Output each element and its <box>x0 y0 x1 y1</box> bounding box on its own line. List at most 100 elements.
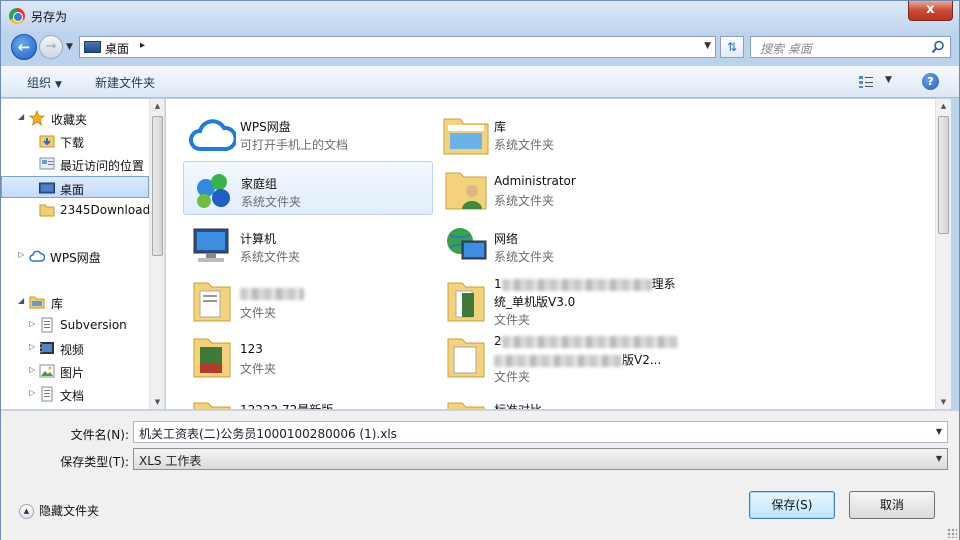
collapse-icon[interactable]: ◢ <box>18 296 24 305</box>
content-scrollbar[interactable]: ▲ ▼ <box>935 99 951 409</box>
item-wps-cloud[interactable]: WPS网盘 可打开手机上的文档 <box>183 105 433 159</box>
folder-icon <box>447 282 485 322</box>
nav-item-pictures[interactable]: ▷ 图片 <box>1 360 149 382</box>
redacted-text <box>501 335 678 348</box>
item-computer[interactable]: 计算机 系统文件夹 <box>183 217 433 271</box>
folder-icon <box>447 402 485 409</box>
organize-menu[interactable]: 组织 ▼ <box>27 74 62 91</box>
nav-item-desktop[interactable]: 桌面 <box>1 176 149 198</box>
item-folder-12222[interactable]: 12222.72最新版 <box>183 385 433 409</box>
window-title: 另存为 <box>31 10 68 24</box>
redacted-text <box>494 354 622 367</box>
help-icon[interactable]: ? <box>922 73 939 90</box>
view-options-icon[interactable] <box>858 75 874 89</box>
expand-icon[interactable]: ▷ <box>29 342 35 351</box>
search-icon <box>931 40 944 54</box>
network-icon <box>447 228 487 260</box>
folder-icon <box>447 338 485 378</box>
forward-arrow-icon: → <box>45 39 57 54</box>
chevron-up-icon: ▲ <box>19 504 34 519</box>
filename-label: 文件名(N): <box>70 428 129 442</box>
nav-item-subversion[interactable]: ▷ Subversion <box>1 314 149 336</box>
address-bar[interactable]: 桌面 ▸ ▼ <box>79 36 716 58</box>
redacted-text <box>240 287 304 300</box>
item-network[interactable]: 网络 系统文件夹 <box>437 217 687 271</box>
picture-library-icon <box>39 364 55 378</box>
nav-item-videos[interactable]: ▷ 视频 <box>1 337 149 359</box>
content-scrollbar-thumb[interactable] <box>938 116 949 234</box>
item-redacted-folder-2[interactable]: 2 版V2... 文件夹 <box>437 329 687 384</box>
search-box[interactable]: 搜索 桌面 <box>750 36 951 58</box>
file-list: WPS网盘 可打开手机上的文档 库 系统文件夹 家庭组 系统文件夹 Admini… <box>166 99 951 409</box>
save-options-panel: 文件名(N): 机关工资表(二)公务员1000100280006 (1).xls… <box>1 410 959 540</box>
library-icon <box>29 296 45 309</box>
item-administrator[interactable]: Administrator 系统文件夹 <box>437 161 687 215</box>
forward-button[interactable]: → <box>39 35 63 59</box>
filename-input[interactable]: 机关工资表(二)公务员1000100280006 (1).xls ▼ <box>133 421 948 443</box>
filetype-label: 保存类型(T): <box>60 455 129 469</box>
expand-icon[interactable]: ▷ <box>29 319 35 328</box>
chevron-down-icon: ▼ <box>935 454 942 463</box>
chevron-down-icon: ▼ <box>935 427 942 436</box>
command-bar: 组织 ▼ 新建文件夹 ▼ ? <box>1 65 959 98</box>
cancel-button[interactable]: 取消 <box>849 491 935 519</box>
nav-item-libraries[interactable]: ◢ 库 <box>1 291 149 313</box>
scroll-up-icon: ▲ <box>940 102 947 110</box>
cloud-icon <box>189 119 236 151</box>
item-redacted-system-folder[interactable]: 1 理系 统_单机版V3.0 文件夹 <box>437 273 687 329</box>
user-folder-icon <box>445 172 487 210</box>
breadcrumb-chevron-icon[interactable]: ▸ <box>140 40 145 51</box>
filetype-select[interactable]: XLS 工作表 ▼ <box>133 448 948 470</box>
chrome-icon <box>9 8 25 24</box>
search-input[interactable]: 搜索 桌面 <box>760 40 812 57</box>
title-bar: 另存为 <box>1 1 959 31</box>
view-dropdown-icon[interactable]: ▼ <box>885 75 892 85</box>
address-dropdown-icon[interactable]: ▼ <box>704 41 711 51</box>
item-redacted-folder[interactable]: 文件夹 <box>183 273 433 327</box>
video-library-icon <box>40 342 54 354</box>
close-icon: x <box>926 2 935 17</box>
save-as-dialog: 另存为 x ← → ▼ 桌面 ▸ ▼ ⇅ 搜索 桌面 组织 ▼ 新建文件夹 ▼ ?… <box>0 0 960 540</box>
expand-icon[interactable]: ▷ <box>29 388 35 397</box>
nav-item-recent-places[interactable]: 最近访问的位置 <box>1 153 149 175</box>
folder-icon <box>193 282 231 322</box>
nav-item-favorites[interactable]: ◢ 收藏夹 <box>1 107 149 129</box>
computer-icon <box>193 228 229 262</box>
nav-scrollbar[interactable]: ▲ ▼ <box>149 99 164 409</box>
back-button[interactable]: ← <box>11 34 37 60</box>
close-button[interactable]: x <box>908 1 953 21</box>
scroll-up-icon: ▲ <box>154 102 161 110</box>
save-button[interactable]: 保存(S) <box>749 491 835 519</box>
folder-icon <box>193 338 231 378</box>
nav-scrollbar-thumb[interactable] <box>152 116 163 256</box>
hide-folders-toggle[interactable]: ▲ 隐藏文件夹 <box>19 502 99 519</box>
nav-item-documents[interactable]: ▷ 文档 <box>1 383 149 405</box>
chevron-down-icon: ▼ <box>55 80 62 90</box>
nav-item-2345downloads[interactable]: 2345Downloads <box>1 199 156 221</box>
redacted-text <box>501 278 652 291</box>
desktop-icon <box>39 182 55 194</box>
nav-item-downloads[interactable]: 下载 <box>1 130 149 152</box>
item-homegroup[interactable]: 家庭组 系统文件夹 <box>183 161 433 215</box>
homegroup-icon <box>197 174 230 208</box>
document-library-icon <box>41 317 53 333</box>
recent-pages-dropdown[interactable]: ▼ <box>66 42 73 52</box>
collapse-icon[interactable]: ◢ <box>18 112 24 121</box>
nav-item-wps-cloud[interactable]: ▷ WPS网盘 <box>1 245 149 267</box>
address-location[interactable]: 桌面 <box>105 40 129 57</box>
refresh-icon: ⇅ <box>726 40 738 54</box>
item-library[interactable]: 库 系统文件夹 <box>437 105 687 159</box>
navigation-pane: ◢ 收藏夹 下载 最近访问的位置 桌面 2345Downloads ▷ WPS网… <box>1 99 165 409</box>
expand-icon[interactable]: ▷ <box>18 250 24 259</box>
item-folder-123[interactable]: 123 文件夹 <box>183 329 433 383</box>
folder-icon <box>193 402 231 409</box>
resize-grip[interactable] <box>947 528 957 538</box>
folder-icon <box>39 204 55 217</box>
new-folder-button[interactable]: 新建文件夹 <box>95 74 155 91</box>
expand-icon[interactable]: ▷ <box>29 365 35 374</box>
download-folder-icon <box>39 135 55 148</box>
item-folder-standard-compare[interactable]: 标准对比 <box>437 385 687 409</box>
scroll-down-icon: ▼ <box>154 398 161 406</box>
refresh-button[interactable]: ⇅ <box>720 36 744 58</box>
recent-places-icon <box>39 157 55 170</box>
